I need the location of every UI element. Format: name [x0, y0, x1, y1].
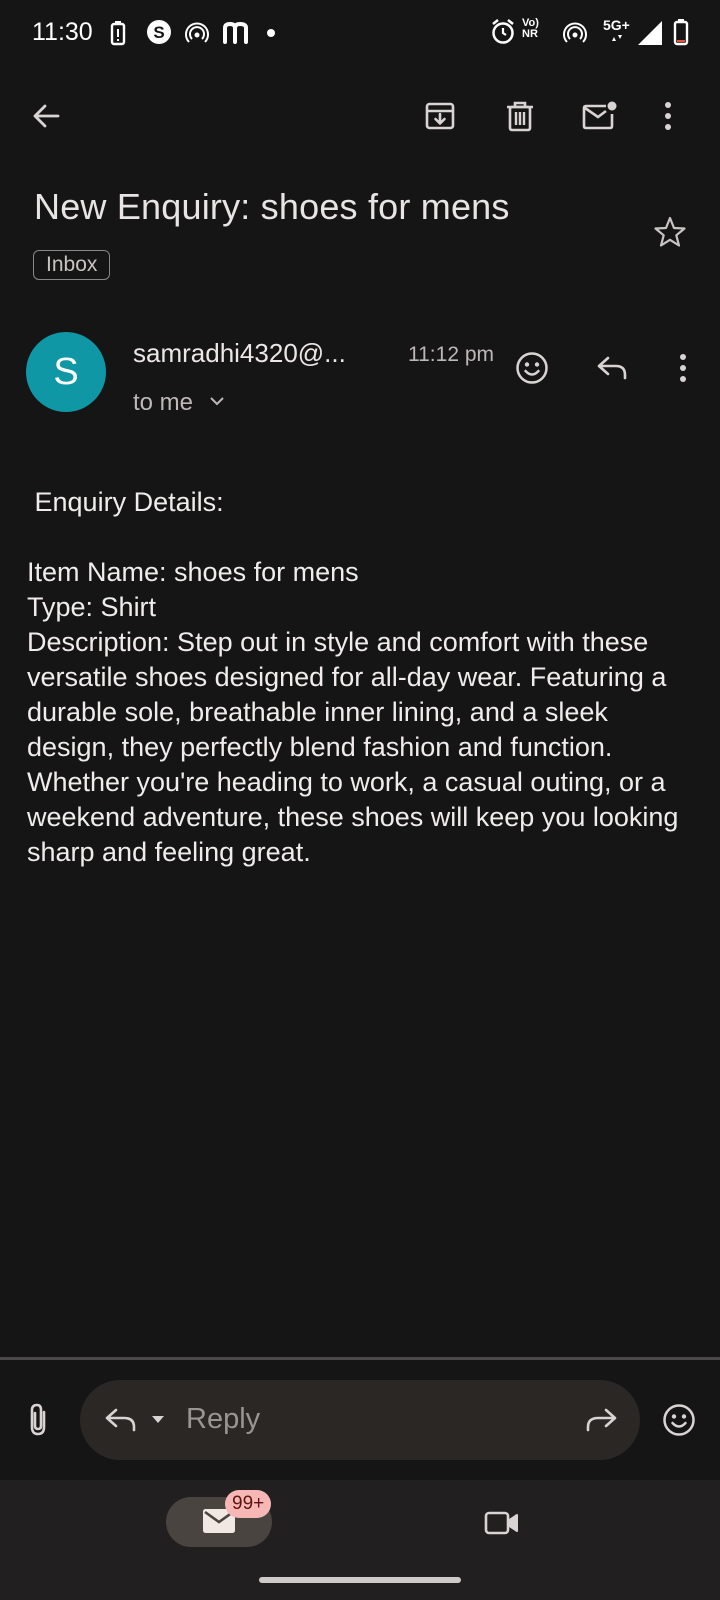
avatar[interactable]: S: [26, 332, 106, 412]
network-label: 5G+: [603, 17, 630, 33]
back-arrow-icon: [33, 104, 60, 128]
sender-name[interactable]: samradhi4320@...: [133, 338, 346, 369]
caret-down-icon[interactable]: [151, 1415, 165, 1424]
more-options-button[interactable]: [648, 88, 688, 144]
hotspot-icon-right: [563, 22, 587, 43]
vonr-icon: Vo) NR: [522, 17, 539, 40]
reaction-button[interactable]: [659, 1400, 699, 1440]
back-button[interactable]: [18, 88, 74, 144]
data-activity-icon: [612, 35, 622, 41]
status-time: 11:30: [32, 18, 93, 46]
sent-time: 11:12 pm: [408, 343, 494, 366]
forward-icon[interactable]: [584, 1407, 618, 1433]
svg-text:S: S: [153, 23, 164, 42]
add-reaction-button[interactable]: [512, 348, 552, 388]
alarm-icon: [492, 19, 514, 44]
reply-button[interactable]: [592, 348, 632, 388]
chevron-down-icon: [209, 397, 224, 406]
divider: [0, 1357, 720, 1360]
reply-icon[interactable]: [104, 1407, 138, 1433]
star-icon: [654, 216, 686, 247]
nr-label: NR: [522, 28, 538, 40]
hotspot-icon: [185, 22, 209, 43]
archive-button[interactable]: [412, 88, 468, 144]
delete-button[interactable]: [492, 88, 548, 144]
signal-icon: [638, 21, 662, 45]
meet-tab[interactable]: [480, 1505, 524, 1541]
email-subject: New Enquiry: shoes for mens: [34, 186, 510, 227]
message-more-button[interactable]: [663, 348, 703, 388]
emoji-icon: [663, 1404, 695, 1436]
star-button[interactable]: [650, 212, 690, 252]
delete-icon: [507, 101, 533, 132]
attach-button[interactable]: [18, 1398, 58, 1442]
email-body: Enquiry Details: Item Name: shoes for me…: [27, 487, 679, 867]
archive-icon: [425, 102, 455, 130]
inbox-label-chip[interactable]: Inbox: [33, 250, 111, 280]
unread-count-badge: 99+: [225, 1490, 272, 1518]
video-camera-icon: [484, 1511, 518, 1535]
dot-icon: [267, 29, 275, 37]
m-app-icon: [223, 21, 248, 44]
recipient-label: to me: [133, 389, 194, 416]
attachment-icon: [30, 1403, 46, 1436]
home-indicator[interactable]: [259, 1577, 461, 1583]
reply-icon: [597, 356, 627, 380]
mark-unread-button[interactable]: [572, 88, 628, 144]
battery-icon: [673, 19, 689, 46]
battery-saver-icon: [110, 21, 126, 46]
mark-unread-icon: [582, 101, 617, 130]
reply-input[interactable]: Reply: [186, 1403, 260, 1436]
status-bar: 11:30 S Vo) NR 5G+: [0, 0, 720, 64]
recipient-toggle[interactable]: to me: [133, 389, 224, 417]
more-vert-icon: [665, 102, 671, 130]
more-vert-icon: [680, 354, 686, 382]
s-app-icon: S: [147, 20, 171, 44]
emoji-icon: [516, 352, 548, 384]
